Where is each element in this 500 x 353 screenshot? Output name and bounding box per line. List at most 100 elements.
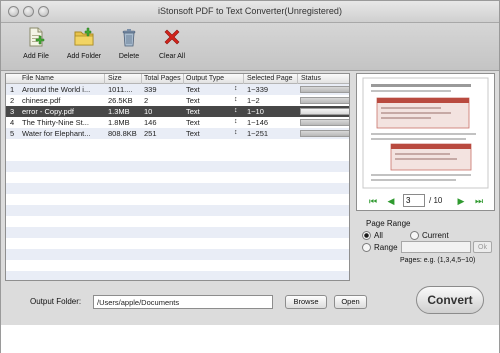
column-header-total-pages[interactable]: Total Pages — [144, 75, 181, 82]
open-button[interactable]: Open — [334, 295, 367, 309]
stepper-arrows-icon[interactable]: ↕ — [234, 129, 238, 136]
empty-row — [6, 183, 349, 194]
radio-all[interactable] — [362, 231, 371, 240]
table-row[interactable]: 4 The Thirty-Nine St... 1.8MB 146 Text ↕… — [6, 117, 349, 128]
stepper-arrows-icon[interactable]: ↕ — [234, 118, 238, 125]
convert-button[interactable]: Convert — [416, 286, 484, 314]
clear-all-x-icon — [164, 29, 180, 45]
output-type-select[interactable]: Text — [186, 96, 200, 105]
selected-page-cell[interactable]: 1~10 — [247, 107, 264, 116]
radio-range[interactable] — [362, 243, 371, 252]
clear-all-button[interactable]: Clear All — [147, 27, 197, 69]
output-type-select[interactable]: Text — [186, 129, 200, 138]
page-number-input[interactable] — [403, 194, 425, 207]
table-row[interactable]: 2 chinese.pdf 26.5KB 2 Text ↕ 1~2 — [6, 95, 349, 106]
footer-area — [1, 325, 499, 353]
size-cell: 1.3MB — [108, 107, 130, 116]
status-progress-bar — [300, 86, 349, 93]
total-pages-cell: 251 — [144, 129, 157, 138]
empty-row — [6, 194, 349, 205]
browse-button[interactable]: Browse — [285, 295, 327, 309]
table-rows: 1 Around the World i... 1011.... 339 Tex… — [6, 84, 349, 139]
empty-row — [6, 161, 349, 172]
empty-row — [6, 249, 349, 260]
output-type-select[interactable]: Text — [186, 118, 200, 127]
table-header: File Name Size Total Pages Output Type S… — [6, 74, 349, 84]
output-folder-field[interactable]: /Users/apple/Documents — [93, 295, 273, 309]
empty-row — [6, 172, 349, 183]
row-number: 5 — [10, 129, 15, 138]
empty-row — [6, 227, 349, 238]
range-hint: Pages: e.g. (1,3,4,5~10) — [400, 257, 476, 264]
next-page-icon[interactable]: ▶ — [456, 196, 466, 206]
clear-all-label: Clear All — [158, 53, 186, 60]
table-row[interactable]: 1 Around the World i... 1011.... 339 Tex… — [6, 84, 349, 95]
add-folder-icon — [74, 27, 94, 46]
toolbar: Add File Add Folder Delete Clear All — [1, 23, 499, 71]
row-number: 3 — [10, 107, 15, 116]
empty-row — [6, 271, 349, 280]
output-type-select[interactable]: Text — [186, 107, 200, 116]
total-pages-cell: 339 — [144, 85, 157, 94]
table-row-selected[interactable]: 3 error - Copy.pdf 1.3MB 10 Text ↕ 1~10 — [6, 106, 349, 117]
size-cell: 808.8KB — [108, 129, 137, 138]
size-cell: 1.8MB — [108, 118, 130, 127]
empty-row — [6, 150, 349, 161]
output-folder-label: Output Folder: — [30, 297, 82, 306]
selected-page-cell[interactable]: 1~2 — [247, 96, 260, 105]
column-header-size[interactable]: Size — [108, 75, 122, 82]
output-bar: Output Folder: /Users/apple/Documents Br… — [1, 286, 499, 326]
total-pages-cell: 10 — [144, 107, 153, 116]
radio-all-label: All — [374, 231, 383, 240]
add-folder-label: Add Folder — [66, 53, 102, 60]
page-navigator: ⏮ ◀ / 10 ▶ ⏭ — [356, 191, 495, 211]
file-name-cell: Water for Elephant... — [22, 129, 91, 138]
app-window: iStonsoft PDF to Text Converter(Unregist… — [0, 0, 500, 353]
status-progress-bar — [300, 108, 349, 115]
page-range-title: Page Range — [366, 219, 411, 228]
file-name-cell: chinese.pdf — [22, 96, 61, 105]
radio-current[interactable] — [410, 231, 419, 240]
add-file-label: Add File — [23, 53, 49, 60]
status-progress-bar — [300, 130, 349, 137]
empty-row — [6, 216, 349, 227]
file-name-cell: The Thirty-Nine St... — [22, 118, 89, 127]
range-input[interactable] — [401, 241, 471, 253]
add-folder-button[interactable]: Add Folder — [59, 27, 109, 69]
table-row[interactable]: 5 Water for Elephant... 808.8KB 251 Text… — [6, 128, 349, 139]
empty-row — [6, 238, 349, 249]
file-name-cell: Around the World i... — [22, 85, 91, 94]
column-header-status[interactable]: Status — [301, 75, 321, 82]
column-header-file-name[interactable]: File Name — [22, 75, 54, 82]
selected-page-cell[interactable]: 1~251 — [247, 129, 268, 138]
radio-range-label: Range — [374, 243, 398, 252]
trash-icon — [122, 29, 136, 47]
selected-page-cell[interactable]: 1~146 — [247, 118, 268, 127]
total-pages-cell: 146 — [144, 118, 157, 127]
range-ok-button[interactable]: Ok — [473, 241, 492, 253]
row-number: 2 — [10, 96, 15, 105]
stepper-arrows-icon[interactable]: ↕ — [234, 96, 238, 103]
add-file-button[interactable]: Add File — [11, 27, 61, 69]
selected-page-cell[interactable]: 1~339 — [247, 85, 268, 94]
first-page-icon[interactable]: ⏮ — [368, 196, 378, 206]
empty-row — [6, 260, 349, 271]
column-header-output-type[interactable]: Output Type — [186, 75, 224, 82]
row-number: 1 — [10, 85, 15, 94]
size-cell: 1011.... — [108, 85, 133, 94]
add-file-icon — [29, 27, 45, 47]
total-pages-cell: 2 — [144, 96, 149, 105]
file-name-cell: error - Copy.pdf — [22, 107, 74, 116]
stepper-arrows-icon[interactable]: ↕ — [234, 107, 238, 114]
output-type-select[interactable]: Text — [186, 85, 200, 94]
prev-page-icon[interactable]: ◀ — [386, 196, 396, 206]
page-range-group: Page Range All Current Range Ok Pages: e… — [356, 219, 495, 281]
last-page-icon[interactable]: ⏭ — [474, 196, 484, 206]
column-header-selected-page[interactable]: Selected Page — [247, 75, 293, 82]
size-cell: 26.5KB — [108, 96, 133, 105]
title-bar: iStonsoft PDF to Text Converter(Unregist… — [1, 1, 499, 23]
file-list-table: File Name Size Total Pages Output Type S… — [5, 73, 350, 281]
empty-row — [6, 205, 349, 216]
stepper-arrows-icon[interactable]: ↕ — [234, 85, 238, 92]
status-progress-bar — [300, 97, 349, 104]
